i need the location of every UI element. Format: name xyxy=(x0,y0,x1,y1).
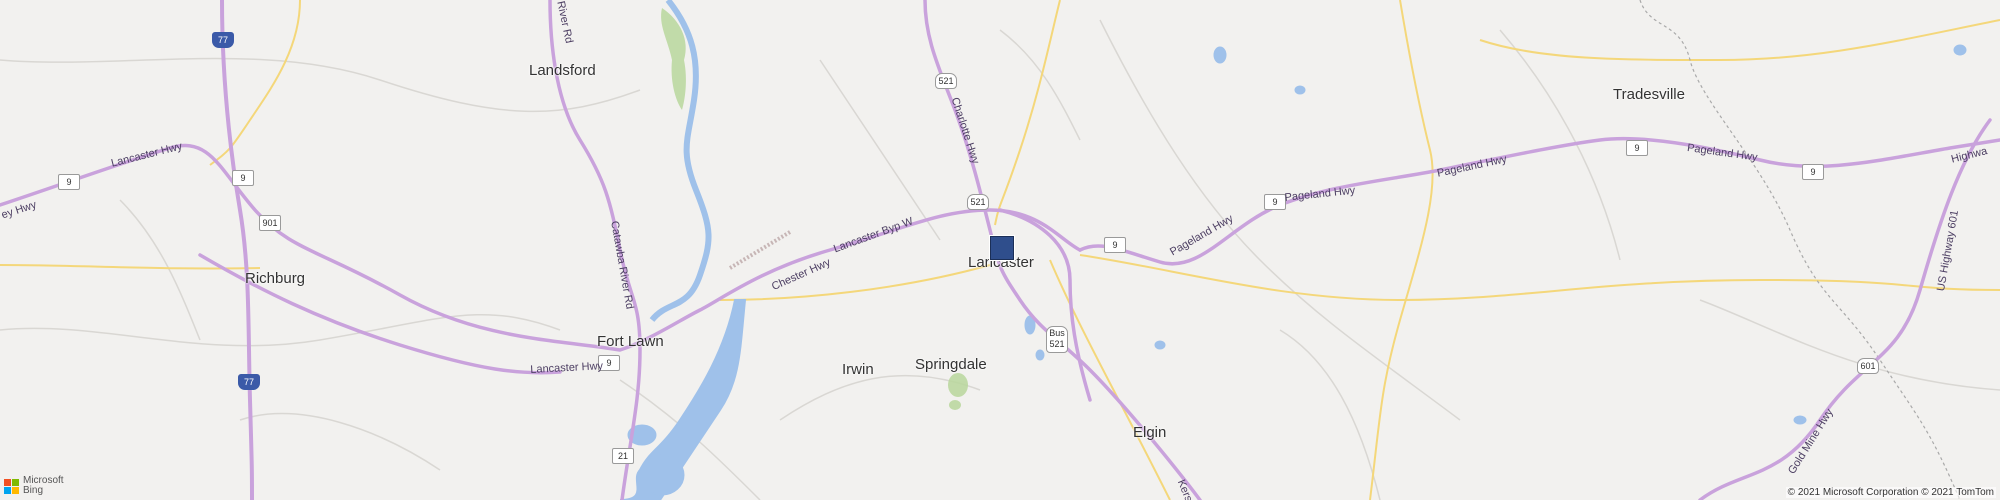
interstate-77-shield-south: 77 xyxy=(238,374,260,390)
place-tradesville: Tradesville xyxy=(1613,86,1685,103)
airport-runway xyxy=(728,230,792,270)
business-521-shield: Bus 521 xyxy=(1046,326,1068,353)
sc-901-shield: 901 xyxy=(259,215,281,231)
sc-9-shield-east-2: 9 xyxy=(1264,194,1286,210)
copyright-attribution: © 2021 Microsoft Corporation © 2021 TomT… xyxy=(1785,487,1996,498)
us-521-shield-north: 521 xyxy=(935,73,957,89)
sc-9-shield-east-1: 9 xyxy=(1104,237,1126,253)
place-irwin: Irwin xyxy=(842,361,874,378)
park-areas xyxy=(661,8,968,410)
place-fort-lawn: Fort Lawn xyxy=(597,333,664,350)
place-elgin: Elgin xyxy=(1133,424,1167,441)
place-springdale: Springdale xyxy=(915,356,987,373)
us-601-shield: 601 xyxy=(1857,358,1879,374)
map-canvas[interactable]: Landsford Tradesville Richburg Fort Lawn… xyxy=(0,0,2000,500)
water-features xyxy=(619,0,1967,500)
sc-9-shield-richburg: 9 xyxy=(232,170,254,186)
place-richburg: Richburg xyxy=(245,270,306,287)
interstate-77-shield-north: 77 xyxy=(212,32,234,48)
sc-9-shield-west: 9 xyxy=(58,174,80,190)
logo-text: Microsoft Bing xyxy=(23,476,64,496)
us-521-shield-mid: 521 xyxy=(967,194,989,210)
sc-21-shield: 21 xyxy=(612,448,634,464)
microsoft-logo-icon xyxy=(4,478,19,494)
place-landsford: Landsford xyxy=(529,62,596,79)
sc-9-shield-east-4: 9 xyxy=(1802,164,1824,180)
logo-line-bing: Bing xyxy=(23,485,44,496)
sc-9-shield-east-3: 9 xyxy=(1626,140,1648,156)
location-pin[interactable] xyxy=(990,236,1014,260)
county-boundary xyxy=(1639,0,1961,500)
bing-logo[interactable]: Microsoft Bing xyxy=(4,476,64,496)
